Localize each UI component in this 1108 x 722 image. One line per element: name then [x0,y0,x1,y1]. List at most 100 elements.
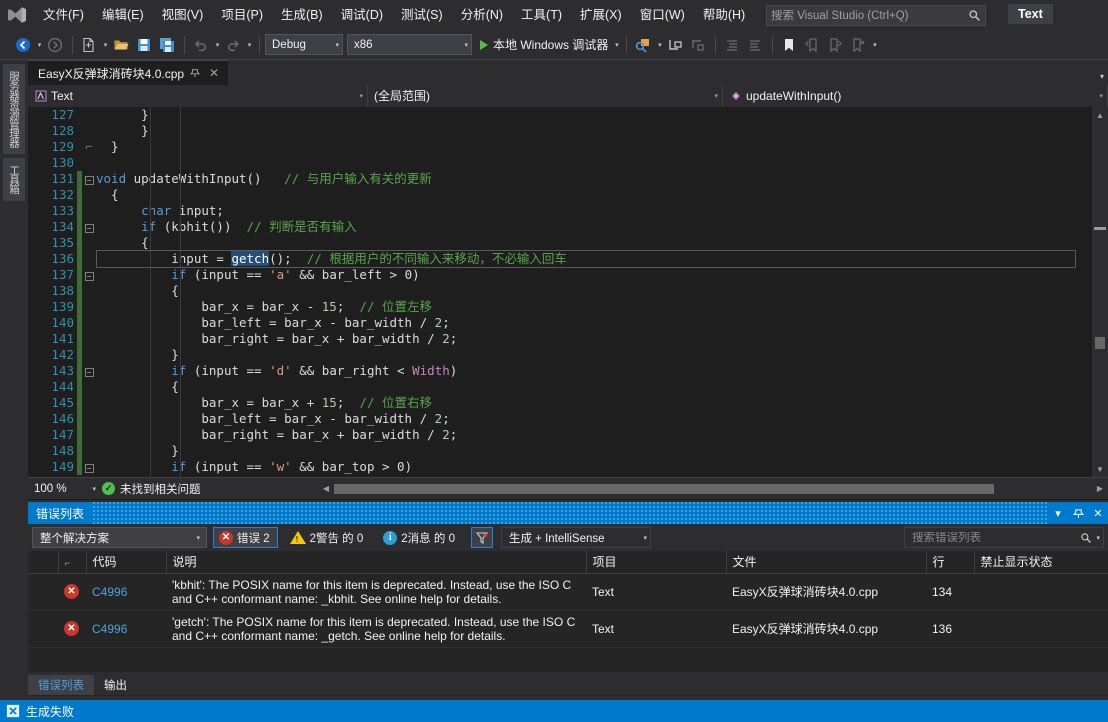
start-without-debugging-icon[interactable] [632,34,654,56]
error-code-link[interactable]: C4996 [92,622,127,636]
new-item-dropdown-icon[interactable]: ▾ [101,35,110,55]
fold-toggle[interactable]: − [82,267,96,283]
menu-item-window[interactable]: 窗口(W) [631,3,694,27]
menu-item-test[interactable]: 测试(S) [392,3,452,27]
code-line[interactable]: 140 bar_left = bar_x - bar_width / 2; [28,315,567,331]
code-line[interactable]: 128 } [28,123,567,139]
search-options-icon[interactable]: ▾ [1093,534,1100,542]
start-options-dropdown-icon[interactable]: ▾ [655,35,664,55]
save-all-icon[interactable] [156,34,178,56]
fold-collapse-icon[interactable]: − [84,272,94,281]
bookmark-icon[interactable] [778,34,800,56]
close-icon[interactable]: ✕ [1088,503,1108,523]
solution-platform-combo[interactable]: x86 ▾ [347,34,472,55]
hscroll-track[interactable] [334,481,1092,497]
code-line[interactable]: 149 − if (input == 'w' && bar_top > 0) [28,459,567,475]
column-header-project[interactable]: 项目 [586,551,727,574]
document-tab-easyx-cpp[interactable]: EasyX反弹球消砖块4.0.cpp ✕ [28,60,229,85]
code-line[interactable]: 136 input = getch(); // 根据用户的不同输入来移动，不必输… [28,251,567,267]
menu-item-analyze[interactable]: 分析(N) [452,3,512,27]
pin-icon[interactable] [187,65,203,81]
error-code-link[interactable]: C4996 [92,585,127,599]
code-line[interactable]: 145 bar_x = bar_x + 15; // 位置右移 [28,395,567,411]
start-debug-button[interactable]: 本地 Windows 调试器 [476,34,612,56]
code-line[interactable]: 144 { [28,379,567,395]
error-search-input[interactable] [912,531,1080,544]
code-line[interactable]: 127 } [28,107,567,123]
column-header-severity[interactable]: ⌐ [58,551,87,574]
column-header-description[interactable]: 说明 [166,551,587,574]
error-scope-combo[interactable]: 整个解决方案 ▾ [32,527,207,548]
code-line[interactable]: 133 char input; [28,203,567,219]
code-line[interactable]: 134 − if (kbhit()) // 判断是否有输入 [28,219,567,235]
editor-vertical-scrollbar[interactable]: ▲ ▼ [1092,107,1108,477]
code-line[interactable]: 135 { [28,235,567,251]
toggle-warnings-button[interactable]: 2警告 的 0 [284,527,372,548]
column-header-file[interactable]: 文件 [726,551,927,574]
fold-toggle[interactable]: − [82,363,96,379]
back-dropdown-icon[interactable]: ▾ [35,35,44,55]
bottom-tab-output[interactable]: 输出 [95,675,136,695]
toggle-errors-button[interactable]: ✕ 错误 2 [213,527,278,548]
menu-item-debug[interactable]: 调试(D) [332,3,392,27]
fold-collapse-icon[interactable]: − [84,368,94,377]
column-header-suppression[interactable]: 禁止显示状态 [974,551,1108,574]
code-line[interactable]: 141 bar_right = bar_x + bar_width / 2; [28,331,567,347]
global-search-box[interactable] [766,5,986,26]
menu-item-file[interactable]: 文件(F) [34,3,93,27]
column-header-code[interactable]: 代码 [86,551,167,574]
tab-list-dropdown-icon[interactable]: ▾ [1100,72,1104,81]
editor-horizontal-scrollbar[interactable]: ◀ ▶ [318,480,1108,497]
menu-item-extensions[interactable]: 扩展(X) [571,3,631,27]
step-into-icon[interactable] [664,34,686,56]
table-row[interactable]: ✕ C4996 'getch': The POSIX name for this i… [28,610,1108,648]
filter-icon[interactable] [470,527,493,548]
table-row[interactable]: ✕ C4996 'kbhit': The POSIX name for this i… [28,573,1108,611]
scroll-right-icon[interactable]: ▶ [1092,481,1108,497]
scroll-thumb[interactable] [1095,337,1105,349]
menu-item-edit[interactable]: 编辑(E) [93,3,153,27]
code-line[interactable]: 148 } [28,443,567,459]
search-icon[interactable] [1079,531,1093,545]
code-line[interactable]: 143 − if (input == 'd' && bar_right < Wid… [28,363,567,379]
code-line[interactable]: 131 − void updateWithInput() // 与用户输入有关的更新 [28,171,567,187]
menu-item-build[interactable]: 生成(B) [272,3,332,27]
save-icon[interactable] [133,34,155,56]
code-line[interactable]: 130 [28,155,567,171]
fold-collapse-icon[interactable]: − [84,224,94,233]
search-icon[interactable] [967,9,981,23]
code-line[interactable]: 129 ⌐ } [28,139,567,155]
code-line[interactable]: 132 { [28,187,567,203]
panel-drag-grip[interactable] [92,502,1048,524]
close-icon[interactable]: ✕ [206,65,222,81]
menu-item-tools[interactable]: 工具(T) [512,3,571,27]
new-item-icon[interactable] [78,34,100,56]
toolbar-overflow-icon[interactable]: ▾ [870,35,879,55]
navbar-member-combo[interactable]: updateWithInput() ▾ [723,84,1108,107]
start-debug-dropdown-icon[interactable]: ▾ [612,35,621,55]
code-editor[interactable]: 127 } 128 } 129 ⌐ } 130 131− void updateWithIn… [28,107,1108,477]
fold-toggle[interactable]: ⌐ [82,139,96,155]
scroll-left-icon[interactable]: ◀ [318,481,334,497]
fold-toggle[interactable]: − [82,171,96,187]
navbar-scope-combo[interactable]: (全局范围) ▾ [368,84,723,107]
fold-toggle[interactable]: − [82,459,96,475]
code-line[interactable]: 137 − if (input == 'a' && bar_left > 0) [28,267,567,283]
open-file-icon[interactable] [110,34,132,56]
code-line[interactable]: 139 bar_x = bar_x - 15; // 位置左移 [28,299,567,315]
hscroll-thumb[interactable] [334,483,994,494]
fold-toggle[interactable]: − [82,219,96,235]
code-line[interactable]: 142 } [28,347,567,363]
fold-collapse-icon[interactable]: − [84,176,94,185]
zoom-level-combo[interactable]: 100 % ▾ [34,483,102,495]
code-line[interactable]: 147 bar_right = bar_x + bar_width / 2; [28,427,567,443]
sidebar-tab-server-explorer[interactable]: 服务器资源管理器 [3,64,25,154]
sidebar-tab-toolbox[interactable]: 工具箱 [3,158,25,201]
back-navigate-icon[interactable] [12,34,34,56]
chevron-down-icon[interactable]: ▾ [1048,503,1068,523]
column-header-line[interactable]: 行 [926,551,975,574]
menu-item-view[interactable]: 视图(V) [153,3,213,27]
code-line[interactable]: 146 bar_left = bar_x - bar_width / 2; [28,411,567,427]
menu-item-help[interactable]: 帮助(H) [694,3,754,27]
search-input[interactable] [771,9,967,22]
